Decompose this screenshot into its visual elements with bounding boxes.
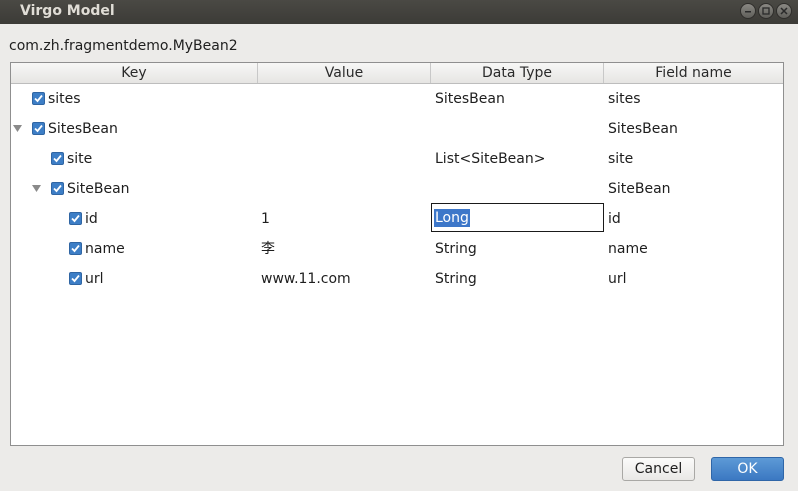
- minimize-icon[interactable]: [740, 3, 756, 19]
- expand-arrow-icon[interactable]: [13, 125, 22, 133]
- key-cell: name: [85, 241, 125, 257]
- data-type-cell[interactable]: SitesBean: [435, 84, 505, 114]
- checkbox-sites[interactable]: [32, 92, 45, 105]
- cancel-button[interactable]: Cancel: [622, 457, 695, 481]
- table-row[interactable]: name 李 String name: [11, 234, 783, 264]
- key-cell: url: [85, 271, 104, 287]
- data-type-cell[interactable]: List<SiteBean>: [435, 144, 545, 174]
- table-header: Key Value Data Type Field name: [11, 63, 783, 84]
- field-name-cell[interactable]: id: [608, 204, 621, 234]
- checkbox-name[interactable]: [69, 242, 82, 255]
- title-bar: Virgo Model: [0, 0, 798, 24]
- column-header-data-type[interactable]: Data Type: [431, 63, 604, 83]
- checkbox-site[interactable]: [51, 152, 64, 165]
- maximize-icon[interactable]: [758, 3, 774, 19]
- key-cell: SitesBean: [48, 121, 118, 137]
- table-row[interactable]: site List<SiteBean> site: [11, 144, 783, 174]
- value-cell[interactable]: 1: [261, 204, 270, 234]
- field-name-cell[interactable]: url: [608, 264, 627, 294]
- table-row[interactable]: sites SitesBean sites: [11, 84, 783, 114]
- selected-text: Long: [434, 209, 470, 227]
- expand-arrow-icon[interactable]: [32, 185, 41, 193]
- checkbox-url[interactable]: [69, 272, 82, 285]
- key-cell: id: [85, 211, 98, 227]
- checkbox-sitesbean[interactable]: [32, 122, 45, 135]
- field-name-cell[interactable]: name: [608, 234, 648, 264]
- table-row[interactable]: SitesBean SitesBean: [11, 114, 783, 144]
- field-name-cell[interactable]: sites: [608, 84, 641, 114]
- field-name-cell[interactable]: site: [608, 144, 633, 174]
- column-header-key[interactable]: Key: [11, 63, 258, 83]
- column-header-field-name[interactable]: Field name: [604, 63, 783, 83]
- window-title: Virgo Model: [20, 3, 115, 19]
- field-name-cell[interactable]: SiteBean: [608, 174, 671, 204]
- checkbox-id[interactable]: [69, 212, 82, 225]
- key-cell: SiteBean: [67, 181, 130, 197]
- key-cell: sites: [48, 91, 81, 107]
- table-row[interactable]: url www.11.com String url: [11, 264, 783, 294]
- table-row[interactable]: id 1 id: [11, 204, 783, 234]
- data-type-cell[interactable]: String: [435, 234, 477, 264]
- table-row[interactable]: SiteBean SiteBean: [11, 174, 783, 204]
- ok-button[interactable]: OK: [711, 457, 784, 481]
- class-name-label: com.zh.fragmentdemo.MyBean2: [9, 38, 238, 54]
- data-type-cell[interactable]: String: [435, 264, 477, 294]
- model-tree-table[interactable]: Key Value Data Type Field name sites Sit…: [10, 62, 784, 446]
- column-header-value[interactable]: Value: [258, 63, 431, 83]
- value-cell[interactable]: 李: [261, 234, 275, 264]
- window-controls: [740, 3, 792, 19]
- checkbox-sitebean[interactable]: [51, 182, 64, 195]
- data-type-editor-input[interactable]: Long: [431, 203, 604, 232]
- close-icon[interactable]: [776, 3, 792, 19]
- field-name-cell[interactable]: SitesBean: [608, 114, 678, 144]
- value-cell[interactable]: www.11.com: [261, 264, 351, 294]
- key-cell: site: [67, 151, 93, 167]
